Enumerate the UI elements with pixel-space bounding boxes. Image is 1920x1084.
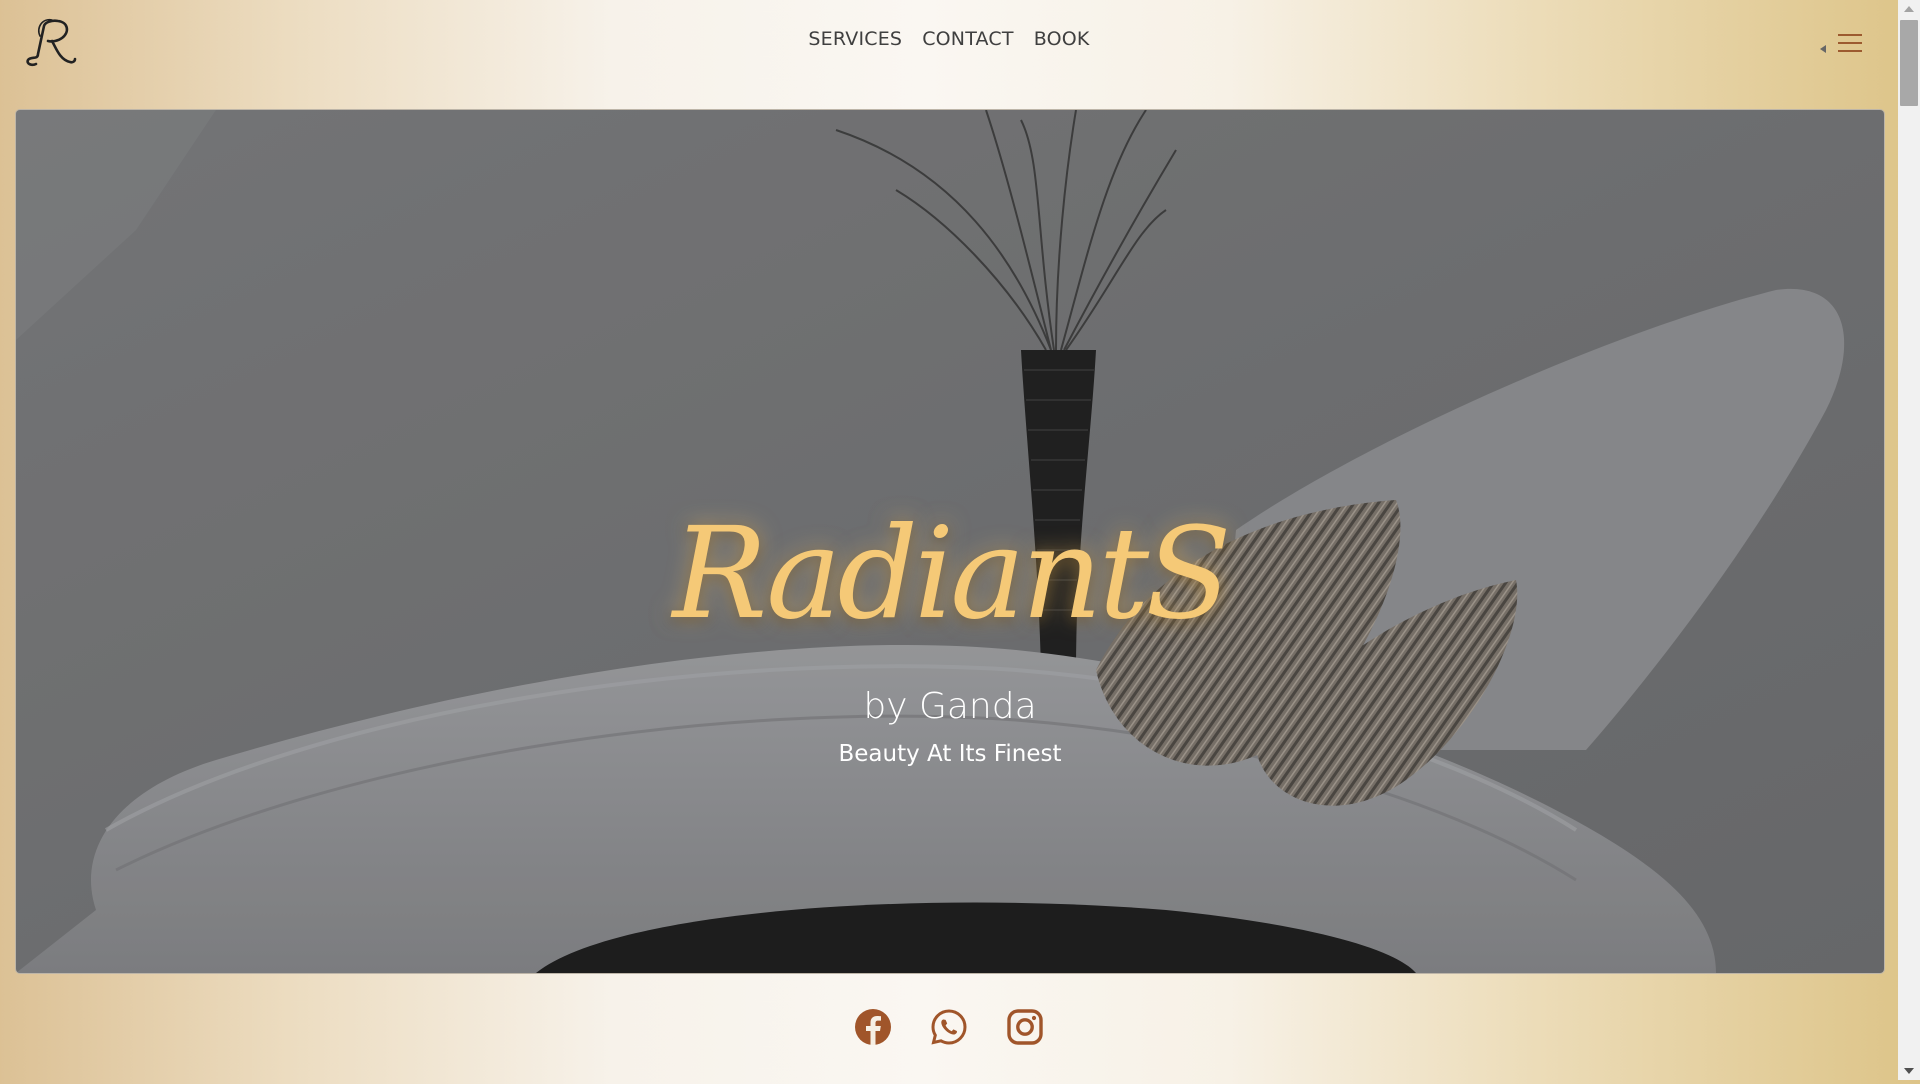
- whatsapp-link[interactable]: [930, 1008, 968, 1046]
- hero-text-group: RadiantS by Ganda Beauty At Its Finest: [16, 110, 1884, 973]
- instagram-icon: [1007, 1009, 1043, 1045]
- scrollbar-thumb[interactable]: [1900, 20, 1918, 106]
- facebook-icon: [855, 1009, 891, 1045]
- hero-banner: RadiantS by Ganda Beauty At Its Finest: [15, 109, 1885, 974]
- social-links: [0, 1008, 1898, 1046]
- whatsapp-icon: [931, 1009, 967, 1045]
- scroll-down-arrow[interactable]: [1898, 1062, 1920, 1080]
- brand-title: RadiantS: [672, 500, 1231, 647]
- nav-book-link[interactable]: BOOK: [1034, 28, 1090, 50]
- scroll-up-arrow[interactable]: [1898, 0, 1920, 18]
- chevron-up-icon: [1904, 6, 1914, 12]
- page-scrollbar[interactable]: [1898, 0, 1920, 1080]
- hamburger-menu-icon: [1820, 34, 1862, 53]
- nav-services-link[interactable]: SERVICES: [808, 28, 902, 50]
- brand-tagline: Beauty At Its Finest: [838, 741, 1062, 767]
- main-nav: SERVICES CONTACT BOOK: [0, 28, 1898, 50]
- menu-toggle-button[interactable]: [1818, 30, 1868, 60]
- chevron-down-icon: [1904, 1068, 1914, 1074]
- nav-contact-link[interactable]: CONTACT: [922, 28, 1014, 50]
- instagram-link[interactable]: [1006, 1008, 1044, 1046]
- brand-byline: by Ganda: [863, 686, 1037, 727]
- facebook-link[interactable]: [854, 1008, 892, 1046]
